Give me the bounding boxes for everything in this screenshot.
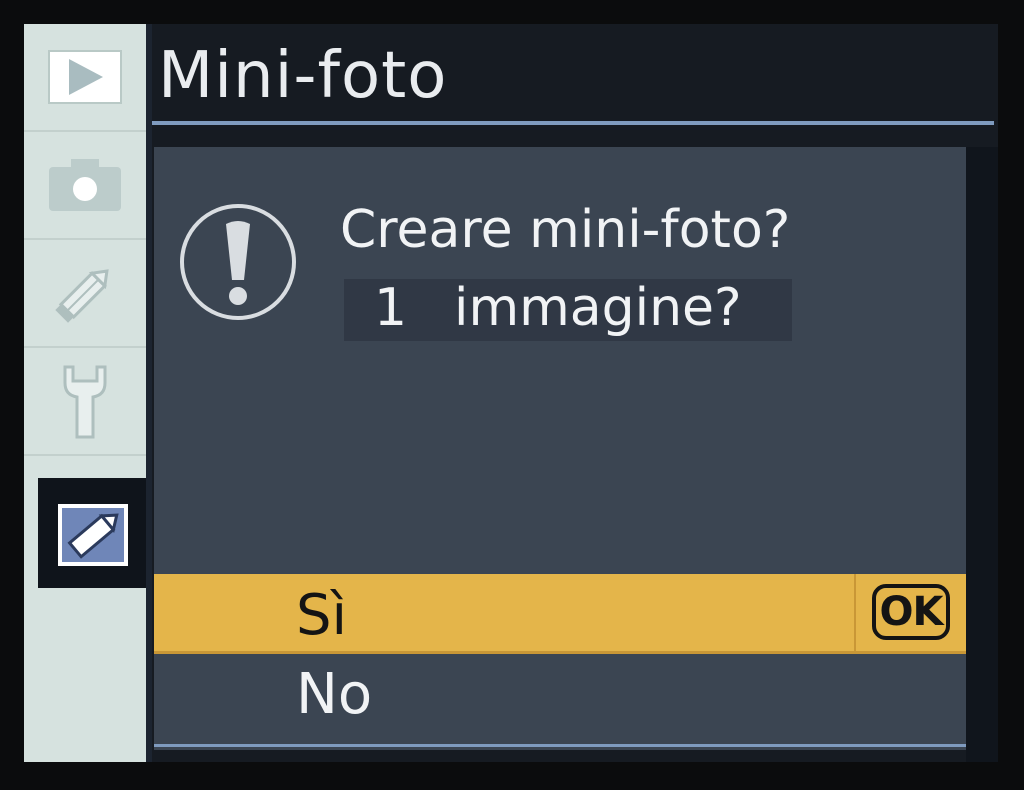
confirmation-dialog: Creare mini-foto? 1 immagine? Sì OK No — [154, 147, 966, 750]
setup-wrench-icon — [63, 365, 107, 439]
panel-bottom-divider — [154, 744, 966, 747]
shooting-icon — [49, 159, 121, 211]
menu-tab-strip — [24, 24, 148, 762]
camera-menu-screen: Mini-foto Creare mini-foto? 1 immagine? … — [24, 24, 998, 762]
playback-icon — [48, 50, 122, 104]
tab-retouch[interactable] — [38, 478, 148, 588]
retouch-icon — [58, 504, 128, 566]
option-no[interactable]: No — [154, 659, 966, 739]
warning-icon — [180, 204, 296, 320]
tab-setup[interactable] — [24, 348, 146, 456]
tab-custom-settings[interactable] — [24, 240, 146, 348]
tab-playback[interactable] — [24, 24, 146, 132]
image-count-label: immagine? — [454, 278, 742, 338]
tab-shooting[interactable] — [24, 132, 146, 240]
image-count: 1 — [374, 278, 408, 338]
dialog-question: Creare mini-foto? — [340, 200, 791, 260]
title-divider — [152, 121, 994, 125]
option-yes[interactable]: Sì OK — [154, 574, 966, 654]
option-no-label: No — [296, 662, 373, 727]
option-yes-label: Sì — [296, 583, 348, 648]
ok-button-badge: OK — [872, 584, 950, 640]
custom-settings-pencil-icon — [55, 269, 109, 323]
sidebar-divider — [146, 24, 152, 762]
panel-right-margin — [966, 147, 998, 762]
option-yes-separator — [854, 574, 856, 651]
page-title: Mini-foto — [158, 39, 448, 113]
